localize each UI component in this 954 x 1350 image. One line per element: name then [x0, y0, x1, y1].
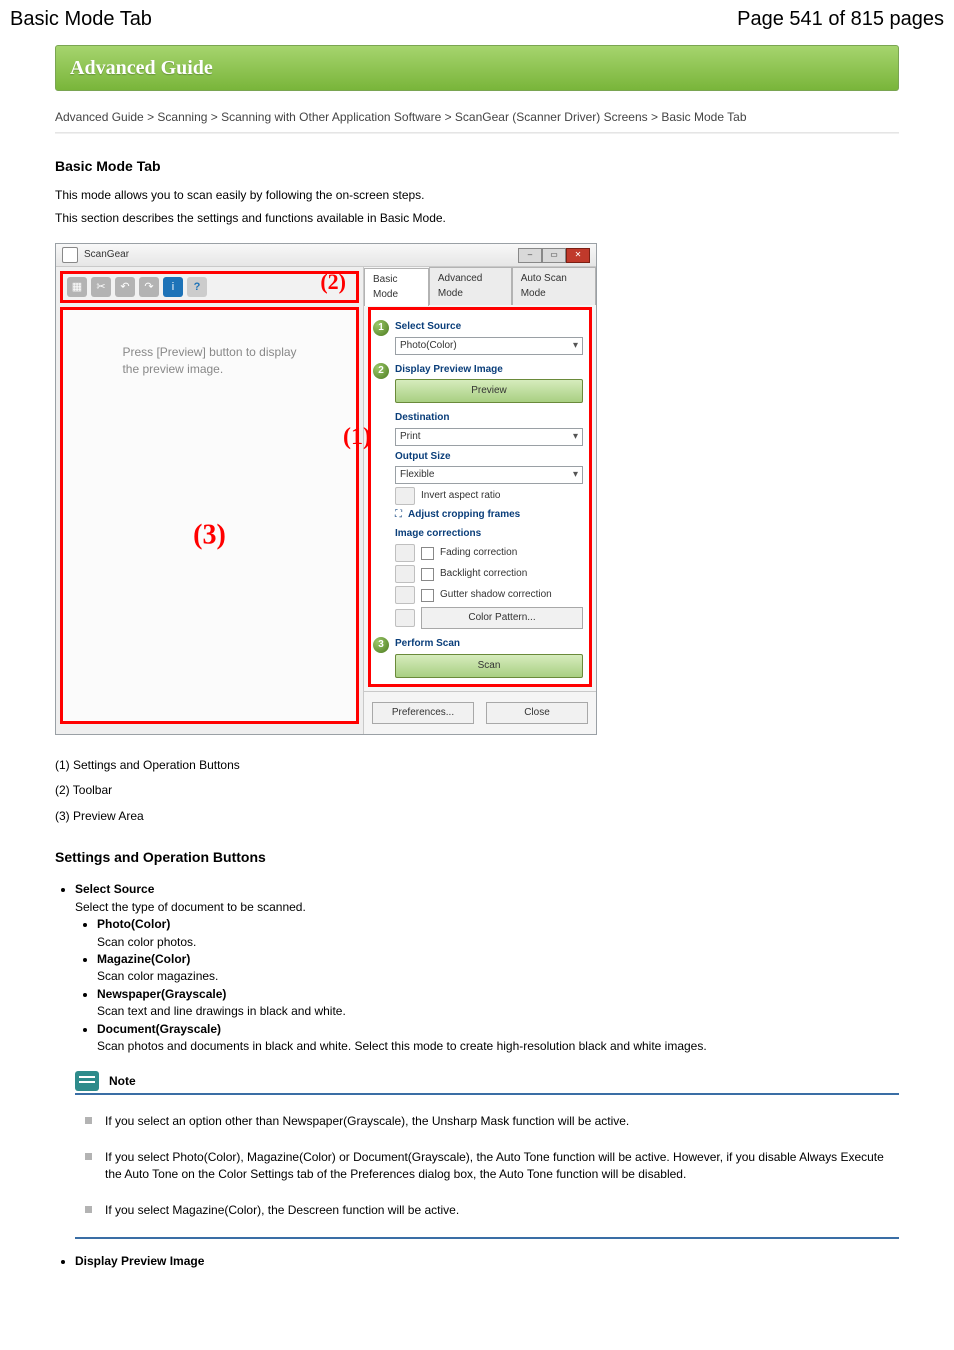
label-output-size: Output Size — [395, 450, 583, 465]
note-label: Note — [109, 1073, 136, 1090]
item-select-source-title: Select Source — [75, 882, 154, 896]
preview-hint-line1: Press [Preview] button to display — [122, 344, 296, 361]
callout-2: (2) — [320, 266, 346, 298]
section-title: Basic Mode Tab — [55, 156, 899, 176]
settings-panel: (1) 1 Select Source Photo(Color) 2 Displ… — [368, 307, 592, 687]
fading-icon — [395, 544, 415, 562]
select-source-value: Photo(Color) — [400, 339, 457, 354]
intro-text-2: This section describes the settings and … — [55, 210, 899, 227]
guide-banner: Advanced Guide — [55, 45, 899, 91]
app-icon — [62, 247, 78, 263]
destination-dropdown[interactable]: Print — [395, 428, 583, 446]
rotate-right-icon[interactable]: ↷ — [139, 277, 159, 297]
tab-basic-mode[interactable]: Basic Mode — [364, 268, 429, 306]
help-icon[interactable]: ? — [187, 277, 207, 297]
scan-button[interactable]: Scan — [395, 654, 583, 678]
info-icon[interactable]: i — [163, 277, 183, 297]
callout-3: (3) — [193, 516, 226, 557]
select-source-dropdown[interactable]: Photo(Color) — [395, 337, 583, 355]
label-display-preview: Display Preview Image — [395, 363, 583, 378]
thumbnail-icon[interactable]: ▦ — [67, 277, 87, 297]
note-divider — [75, 1237, 899, 1239]
label-image-corrections: Image corrections — [395, 527, 583, 542]
invert-aspect-label: Invert aspect ratio — [421, 489, 500, 504]
step-badge-2: 2 — [373, 363, 389, 379]
item-display-preview-title: Display Preview Image — [75, 1254, 204, 1268]
minimize-icon[interactable]: – — [518, 248, 542, 263]
backlight-label: Backlight correction — [440, 567, 527, 582]
close-icon[interactable]: ✕ — [566, 248, 590, 263]
note-item-3: If you select Magazine(Color), the Descr… — [85, 1202, 899, 1219]
opt-newspaper-title: Newspaper(Grayscale) — [97, 987, 226, 1001]
label-perform-scan: Perform Scan — [395, 637, 583, 652]
callout-1: (1) — [343, 420, 371, 455]
legend-3: (3) Preview Area — [55, 808, 899, 825]
preferences-button[interactable]: Preferences... — [372, 702, 474, 724]
rotate-left-icon[interactable]: ↶ — [115, 277, 135, 297]
screenshot-scangear: ScanGear – ▭ ✕ ▦ ✂ ↶ ↷ i ? (2) — [55, 243, 597, 735]
backlight-icon — [395, 565, 415, 583]
breadcrumb: Advanced Guide > Scanning > Scanning wit… — [55, 109, 899, 126]
tab-auto-scan-mode[interactable]: Auto Scan Mode — [512, 267, 596, 305]
opt-photo-body: Scan color photos. — [97, 934, 899, 951]
output-size-dropdown[interactable]: Flexible — [395, 466, 583, 484]
window-title: ScanGear — [84, 248, 129, 263]
legend-1: (1) Settings and Operation Buttons — [55, 757, 899, 774]
gutter-label: Gutter shadow correction — [440, 588, 552, 603]
note-icon — [75, 1071, 99, 1091]
color-pattern-button[interactable]: Color Pattern... — [421, 607, 583, 629]
close-button[interactable]: Close — [486, 702, 588, 724]
preview-hint-line2: the preview image. — [122, 361, 296, 378]
output-value: Flexible — [400, 468, 434, 483]
note-item-1: If you select an option other than Newsp… — [85, 1113, 899, 1130]
note-item-2: If you select Photo(Color), Magazine(Col… — [85, 1149, 899, 1184]
page-counter: Page 541 of 815 pages — [737, 8, 944, 31]
crop-icon[interactable]: ✂ — [91, 277, 111, 297]
opt-document-title: Document(Grayscale) — [97, 1022, 221, 1036]
color-pattern-icon — [395, 609, 415, 627]
opt-magazine-title: Magazine(Color) — [97, 952, 190, 966]
label-destination: Destination — [395, 411, 583, 426]
fading-label: Fading correction — [440, 546, 517, 561]
opt-document-body: Scan photos and documents in black and w… — [97, 1038, 899, 1055]
destination-value: Print — [400, 430, 421, 445]
step-badge-1: 1 — [373, 320, 389, 336]
page-title-left: Basic Mode Tab — [10, 8, 152, 31]
gutter-checkbox[interactable] — [421, 589, 434, 602]
invert-aspect-icon[interactable] — [395, 487, 415, 505]
subsection-title: Settings and Operation Buttons — [55, 847, 899, 867]
intro-text: This mode allows you to scan easily by f… — [55, 187, 899, 204]
gutter-icon — [395, 586, 415, 604]
label-select-source: Select Source — [395, 320, 583, 335]
toolbar: ▦ ✂ ↶ ↷ i ? (2) — [60, 271, 359, 303]
item-select-source-body: Select the type of document to be scanne… — [75, 899, 899, 916]
opt-magazine-body: Scan color magazines. — [97, 968, 899, 985]
preview-area: Press [Preview] button to display the pr… — [60, 307, 359, 724]
divider — [55, 132, 899, 134]
backlight-checkbox[interactable] — [421, 568, 434, 581]
legend-2: (2) Toolbar — [55, 782, 899, 799]
adjust-cropping-link[interactable]: Adjust cropping frames — [408, 508, 520, 523]
tab-advanced-mode[interactable]: Advanced Mode — [429, 267, 512, 305]
opt-photo-title: Photo(Color) — [97, 917, 170, 931]
preview-button[interactable]: Preview — [395, 379, 583, 403]
fading-checkbox[interactable] — [421, 547, 434, 560]
step-badge-3: 3 — [373, 637, 389, 653]
opt-newspaper-body: Scan text and line drawings in black and… — [97, 1003, 899, 1020]
maximize-icon[interactable]: ▭ — [542, 248, 566, 263]
